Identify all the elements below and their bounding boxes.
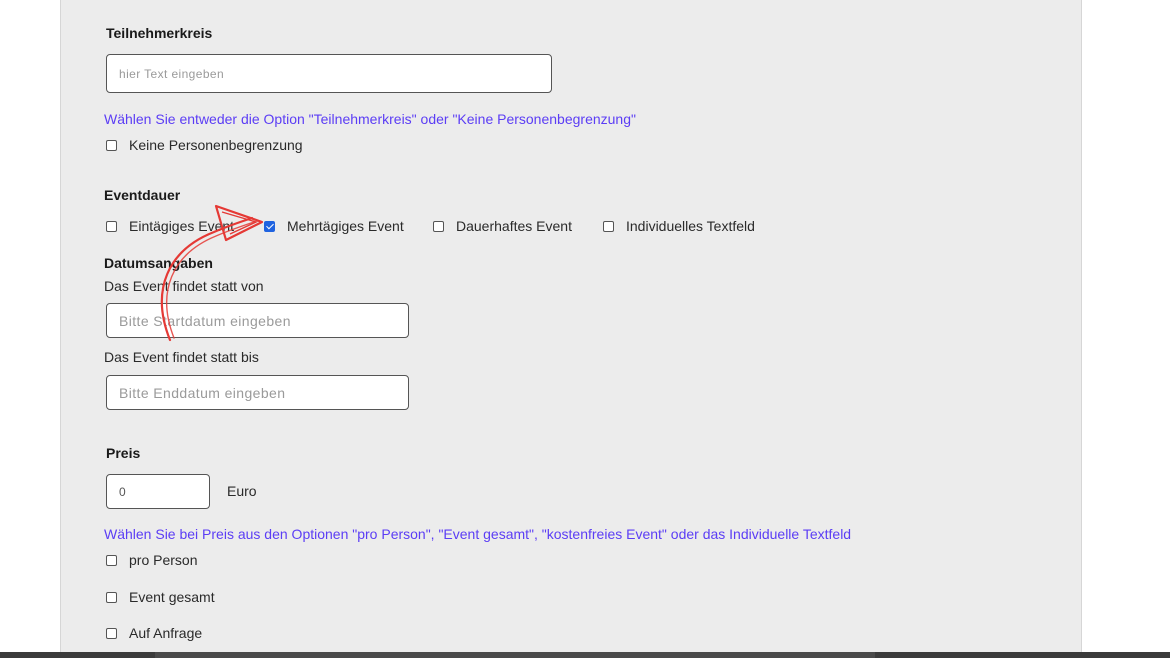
participants-info-text: Wählen Sie entweder die Option "Teilnehm…: [104, 111, 636, 127]
currency-label: Euro: [227, 483, 257, 499]
event-total-label: Event gesamt: [129, 589, 215, 605]
event-total-checkbox[interactable]: [106, 591, 117, 603]
on-request-label: Auf Anfrage: [129, 625, 203, 641]
duration-heading: Eventdauer: [104, 187, 181, 203]
per-person-label: pro Person: [129, 552, 198, 568]
custom-textfield-label: Individuelles Textfeld: [626, 218, 755, 234]
multi-day-checkbox[interactable]: [264, 220, 275, 232]
start-date-label: Das Event findet statt von: [104, 278, 264, 294]
price-option-per-person[interactable]: pro Person: [106, 550, 197, 570]
permanent-checkbox[interactable]: [433, 220, 444, 232]
participants-heading: Teilnehmerkreis: [106, 25, 213, 41]
single-day-label: Eintägiges Event: [129, 218, 235, 234]
price-option-on-request[interactable]: Auf Anfrage: [106, 623, 202, 643]
no-limit-option[interactable]: Keine Personenbegrenzung: [106, 135, 303, 155]
single-day-checkbox[interactable]: [106, 220, 117, 232]
no-limit-checkbox[interactable]: [106, 139, 117, 151]
permanent-label: Dauerhaftes Event: [456, 218, 572, 234]
price-input[interactable]: [106, 474, 210, 509]
on-request-checkbox[interactable]: [106, 627, 117, 639]
duration-option-custom[interactable]: Individuelles Textfeld: [603, 216, 755, 236]
duration-option-single-day[interactable]: Eintägiges Event: [106, 216, 234, 236]
price-info-text: Wählen Sie bei Preis aus den Optionen "p…: [104, 526, 852, 542]
per-person-checkbox[interactable]: [106, 554, 117, 566]
start-date-input[interactable]: [106, 303, 409, 338]
dates-heading: Datumsangaben: [104, 255, 213, 271]
end-date-label: Das Event findet statt bis: [104, 349, 259, 365]
price-heading: Preis: [106, 445, 141, 461]
multi-day-label: Mehrtägiges Event: [287, 218, 404, 234]
duration-option-permanent[interactable]: Dauerhaftes Event: [433, 216, 572, 236]
horizontal-scrollbar[interactable]: [0, 652, 1170, 658]
no-limit-label: Keine Personenbegrenzung: [129, 137, 303, 153]
price-option-event-total[interactable]: Event gesamt: [106, 587, 215, 607]
scrollbar-thumb[interactable]: [155, 652, 875, 658]
participants-input[interactable]: [106, 54, 552, 93]
duration-option-multi-day[interactable]: Mehrtägiges Event: [264, 216, 404, 236]
custom-textfield-checkbox[interactable]: [603, 220, 614, 232]
end-date-input[interactable]: [106, 375, 409, 410]
